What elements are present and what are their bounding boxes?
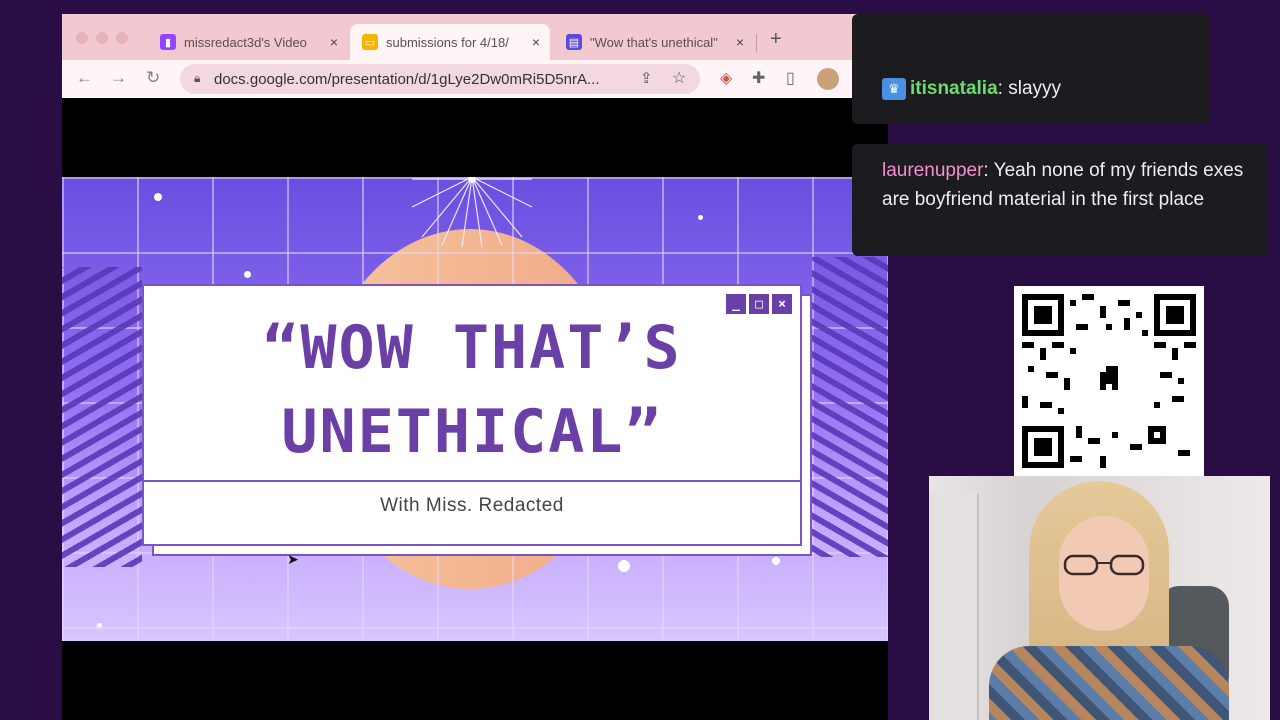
tab-title: "Wow that's unethical" (590, 34, 718, 50)
url-text[interactable]: docs.google.com/presentation/d/1gLye2Dw0… (214, 71, 624, 88)
sunburst-icon (412, 177, 532, 247)
twitch-icon: ▮ (160, 34, 176, 50)
plaid-shirt (989, 646, 1229, 720)
slide-title-line-2: UNETHICAL” (281, 397, 663, 467)
profile-avatar[interactable] (817, 68, 839, 90)
streamer-webcam (929, 476, 1270, 720)
slide-subtitle: With Miss. Redacted (380, 495, 564, 516)
close-tab-icon[interactable]: × (532, 34, 540, 50)
bookmark-star-icon[interactable]: ☆ (672, 68, 686, 88)
title-card: _ □ × “WOW THAT’S UNETHICAL” With Miss. … (142, 284, 802, 546)
tab-title: missredact3d's Video (184, 34, 307, 50)
share-icon[interactable]: ⇪ (640, 69, 653, 87)
star-dot (244, 271, 251, 278)
qr-pattern (1022, 294, 1196, 468)
chat-username: itisnatalia (910, 78, 998, 99)
glasses-icon (1063, 554, 1145, 576)
tab-submissions[interactable]: ▭ submissions for 4/18/ × (350, 24, 550, 60)
mouse-cursor-icon: ➤ (287, 551, 299, 567)
tab-separator (756, 34, 757, 52)
form-icon: ▤ (566, 34, 582, 50)
puzzle-extensions-icon[interactable]: ✚ (752, 68, 765, 88)
palm-leaf-left-icon (62, 267, 142, 567)
reload-icon[interactable]: ↻ (146, 68, 160, 88)
slides-icon: ▭ (362, 34, 378, 50)
browser-window: ▮ missredact3d's Video × ▭ submissions f… (62, 14, 888, 720)
forward-arrow-icon[interactable]: → (110, 68, 127, 88)
door (929, 494, 979, 720)
star-dot (772, 557, 780, 565)
chat-message: laurenupper: Yeah none of my friends exe… (852, 144, 1268, 256)
palm-leaf-right-icon (812, 257, 888, 557)
new-tab-button[interactable]: + (770, 28, 782, 51)
close-window-button[interactable] (76, 32, 88, 44)
tab-strip: ▮ missredact3d's Video × ▭ submissions f… (62, 14, 888, 60)
tab-title: submissions for 4/18/ (386, 34, 509, 50)
star-dot (618, 560, 630, 572)
subtitle-bar: With Miss. Redacted (144, 480, 800, 544)
side-panel-icon[interactable]: ▯ (786, 68, 795, 88)
close-tab-icon[interactable]: × (330, 34, 338, 50)
tab-wow-thats-unethical[interactable]: ▤ "Wow that's unethical" × (554, 24, 754, 60)
tab-twitch-video[interactable]: ▮ missredact3d's Video × (148, 24, 348, 60)
extension-icon[interactable]: ◈ (720, 68, 732, 88)
qr-code (1014, 286, 1204, 476)
crown-icon: ♛ (882, 77, 906, 100)
star-dot (154, 193, 162, 201)
minimize-window-button[interactable] (96, 32, 108, 44)
slide-title-line-1: “WOW THAT’S (262, 313, 682, 383)
star-dot (698, 215, 703, 220)
back-arrow-icon[interactable]: ← (76, 68, 93, 88)
lock-icon: 🔒︎ (194, 71, 201, 85)
star-dot (97, 623, 102, 628)
zoom-window-button[interactable] (116, 32, 128, 44)
chat-text: slayyy (1008, 78, 1062, 99)
close-tab-icon[interactable]: × (736, 34, 744, 50)
chat-username: laurenupper (882, 160, 984, 181)
presentation-slide: _ □ × “WOW THAT’S UNETHICAL” With Miss. … (62, 177, 888, 641)
address-bar[interactable]: 🔒︎ docs.google.com/presentation/d/1gLye2… (180, 64, 700, 94)
browser-toolbar: ← → ↻ 🔒︎ docs.google.com/presentation/d/… (62, 60, 888, 98)
slide-title: “WOW THAT’S UNETHICAL” (144, 306, 800, 474)
chat-message: ♛ itisnatalia: slayyy (852, 14, 1210, 124)
